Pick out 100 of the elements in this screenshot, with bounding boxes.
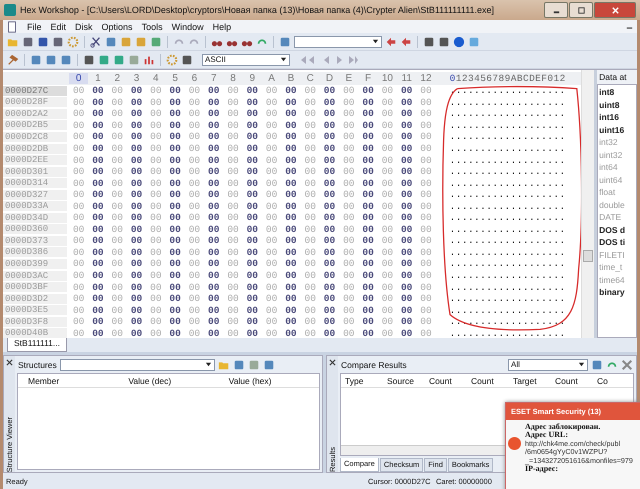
byte-cell[interactable]: 00 [262, 246, 282, 258]
byte-cell[interactable]: 00 [126, 246, 146, 258]
byte-cell[interactable]: 00 [165, 235, 185, 246]
byte-cell[interactable]: 00 [300, 200, 320, 212]
menu-item[interactable]: File [27, 22, 42, 32]
byte-cell[interactable]: 00 [300, 235, 320, 246]
byte-cell[interactable]: 00 [397, 258, 416, 270]
byte-cell[interactable]: 00 [397, 246, 416, 258]
byte-cell[interactable]: 00 [262, 293, 282, 304]
column-header[interactable]: Count [425, 376, 467, 386]
byte-cell[interactable]: 00 [184, 166, 204, 178]
byte-cell[interactable]: 00 [281, 316, 301, 328]
byte-cell[interactable]: 00 [320, 166, 340, 178]
byte-cell[interactable]: 00 [242, 246, 262, 258]
byte-cell[interactable]: 00 [358, 200, 378, 212]
byte-cell[interactable]: 00 [300, 304, 320, 316]
byte-cell[interactable]: 00 [108, 120, 127, 131]
byte-cell[interactable]: 00 [378, 154, 398, 166]
column-header[interactable]: Co [593, 376, 633, 386]
byte-cell[interactable]: 00 [300, 131, 320, 142]
byte-cell[interactable]: 00 [88, 246, 108, 258]
byte-cell[interactable]: 00 [88, 96, 108, 108]
byte-cell[interactable]: 00 [262, 85, 282, 96]
byte-cell[interactable]: 00 [320, 131, 340, 142]
data-type-item[interactable]: uint32 [599, 150, 636, 162]
byte-cell[interactable]: 00 [146, 108, 166, 120]
byte-cell[interactable]: 00 [146, 282, 166, 293]
byte-cell[interactable]: 00 [88, 282, 108, 293]
byte-cell[interactable]: 00 [281, 131, 301, 142]
dropdown-caret-icon[interactable] [372, 38, 379, 45]
byte-cell[interactable]: 00 [204, 85, 224, 96]
byte-cell[interactable]: 00 [378, 189, 398, 200]
byte-cell[interactable]: 00 [300, 178, 320, 189]
byte-cell[interactable]: 00 [204, 200, 224, 212]
byte-cell[interactable]: 00 [88, 131, 108, 142]
byte-cell[interactable]: 00 [358, 108, 378, 120]
byte-cell[interactable]: 00 [126, 166, 146, 178]
byte-cell[interactable]: 00 [126, 96, 146, 108]
byte-cell[interactable]: 00 [339, 120, 358, 131]
byte-cell[interactable]: 00 [339, 131, 358, 142]
byte-cell[interactable]: 00 [339, 258, 358, 270]
byte-cell[interactable]: 00 [146, 258, 166, 270]
byte-cell[interactable]: 00 [223, 166, 243, 178]
column-header[interactable]: Member [18, 376, 118, 386]
byte-cell[interactable]: 00 [320, 200, 340, 212]
byte-cell[interactable]: 00 [358, 293, 378, 304]
byte-cell[interactable]: 00 [378, 200, 398, 212]
byte-cell[interactable]: 00 [300, 224, 320, 235]
byte-cell[interactable]: 00 [108, 131, 127, 142]
byte-cell[interactable]: 00 [358, 328, 378, 339]
byte-cell[interactable]: 00 [108, 246, 127, 258]
byte-cell[interactable]: 00 [126, 178, 146, 189]
byte-cell[interactable]: 00 [204, 282, 224, 293]
byte-cell[interactable]: 00 [262, 258, 282, 270]
byte-cell[interactable]: 00 [126, 189, 146, 200]
byte-cell[interactable]: 00 [69, 166, 88, 178]
byte-cell[interactable]: 00 [358, 85, 378, 96]
byte-cell[interactable]: 00 [242, 108, 262, 120]
byte-cell[interactable]: 00 [358, 235, 378, 246]
byte-cell[interactable]: 00 [108, 328, 127, 339]
byte-cell[interactable]: 00 [223, 189, 243, 200]
byte-cell[interactable]: 00 [184, 246, 204, 258]
data-type-item[interactable]: double [599, 200, 636, 212]
byte-cell[interactable]: 00 [378, 246, 398, 258]
byte-cell[interactable]: 00 [378, 143, 398, 154]
byte-cell[interactable]: 00 [416, 282, 436, 293]
byte-cell[interactable]: 00 [88, 235, 108, 246]
byte-cell[interactable]: 00 [281, 120, 301, 131]
byte-cell[interactable]: 00 [242, 154, 262, 166]
byte-cell[interactable]: 00 [416, 143, 436, 154]
byte-cell[interactable]: 00 [281, 85, 301, 96]
byte-cell[interactable]: 00 [339, 316, 358, 328]
byte-cell[interactable]: 00 [242, 120, 262, 131]
byte-cell[interactable]: 00 [204, 270, 224, 282]
column-header[interactable]: Value (dec) [118, 376, 219, 386]
byte-cell[interactable]: 00 [378, 282, 398, 293]
byte-cell[interactable]: 00 [69, 316, 88, 328]
byte-cell[interactable]: 00 [204, 224, 224, 235]
byte-cell[interactable]: 00 [88, 85, 108, 96]
byte-cell[interactable]: 00 [204, 189, 224, 200]
maximize-button[interactable] [569, 2, 593, 18]
byte-cell[interactable]: 00 [204, 166, 224, 178]
byte-cell[interactable]: 00 [108, 143, 127, 154]
byte-cell[interactable]: 00 [378, 293, 398, 304]
byte-cell[interactable]: 00 [165, 120, 185, 131]
byte-cell[interactable]: 00 [281, 200, 301, 212]
byte-cell[interactable]: 00 [378, 178, 398, 189]
byte-cell[interactable]: 00 [320, 246, 340, 258]
byte-cell[interactable]: 00 [416, 246, 436, 258]
byte-cell[interactable]: 00 [281, 224, 301, 235]
byte-cell[interactable]: 00 [281, 96, 301, 108]
byte-cell[interactable]: 00 [146, 212, 166, 224]
byte-cell[interactable]: 00 [281, 212, 301, 224]
byte-cell[interactable]: 00 [146, 200, 166, 212]
byte-cell[interactable]: 00 [262, 166, 282, 178]
byte-cell[interactable]: 00 [397, 178, 416, 189]
byte-cell[interactable]: 00 [108, 154, 127, 166]
byte-cell[interactable]: 00 [397, 328, 416, 339]
byte-cell[interactable]: 00 [397, 154, 416, 166]
byte-cell[interactable]: 00 [416, 212, 436, 224]
